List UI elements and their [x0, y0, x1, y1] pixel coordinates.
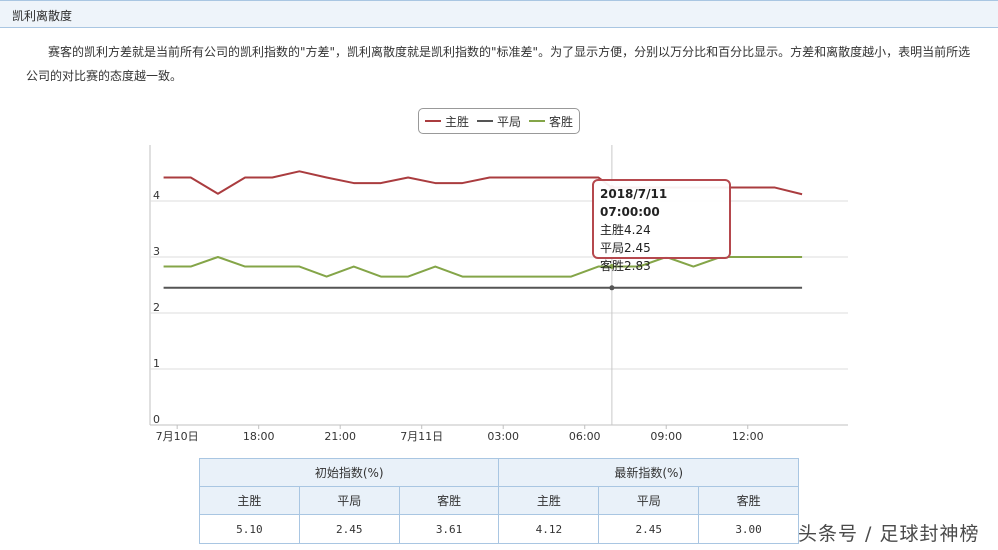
tooltip-date: 2018/7/11 07:00:00 — [600, 187, 668, 219]
table-header: 平局 — [598, 486, 700, 515]
chart-tooltip: 2018/7/11 07:00:00 主胜4.24 平局2.45 客胜2.83 — [592, 179, 731, 273]
y-tick-label: 4 — [153, 189, 160, 202]
table-cell: 5.10 — [199, 514, 300, 544]
kelly-line-chart[interactable]: 0 1 2 3 4 7月10日 18:00 21:00 7月11日 03:00 06:00 09:00… — [0, 0, 998, 450]
tooltip-line-away: 客胜2.83 — [600, 259, 651, 273]
table-header: 客胜 — [698, 486, 799, 515]
x-tick-label: 03:00 — [487, 430, 519, 443]
x-tick-label: 09:00 — [650, 430, 682, 443]
table-header: 客胜 — [398, 486, 500, 515]
x-tick-label: 7月11日 — [400, 430, 443, 443]
table-group-initial: 初始指数(%) — [198, 458, 500, 487]
y-tick-label: 3 — [153, 245, 160, 258]
x-tick-label: 21:00 — [324, 430, 356, 443]
x-tick-label: 18:00 — [243, 430, 275, 443]
watermark: 头条号 / 足球封神榜 — [798, 523, 980, 545]
table-header: 主胜 — [498, 486, 600, 515]
table-group-latest: 最新指数(%) — [498, 458, 799, 487]
x-tick-label: 12:00 — [732, 430, 764, 443]
table-cell: 2.45 — [598, 514, 700, 544]
y-tick-label: 0 — [153, 413, 160, 426]
y-tick-label: 1 — [153, 357, 160, 370]
y-tick-label: 2 — [153, 301, 160, 314]
table-cell: 4.12 — [498, 514, 600, 544]
tooltip-line-draw: 平局2.45 — [600, 241, 651, 255]
table-header: 平局 — [298, 486, 400, 515]
table-header: 主胜 — [199, 486, 300, 515]
x-tick-label: 7月10日 — [156, 430, 199, 443]
hover-point — [609, 285, 615, 291]
kelly-index-table: 初始指数(%) 最新指数(%) 主胜 平局 客胜 主胜 平局 客胜 5.10 2… — [198, 458, 799, 544]
x-tick-label: 06:00 — [569, 430, 601, 443]
table-cell: 3.61 — [398, 514, 500, 544]
tooltip-line-home: 主胜4.24 — [600, 223, 651, 237]
table-cell: 3.00 — [698, 514, 799, 544]
table-cell: 2.45 — [298, 514, 400, 544]
